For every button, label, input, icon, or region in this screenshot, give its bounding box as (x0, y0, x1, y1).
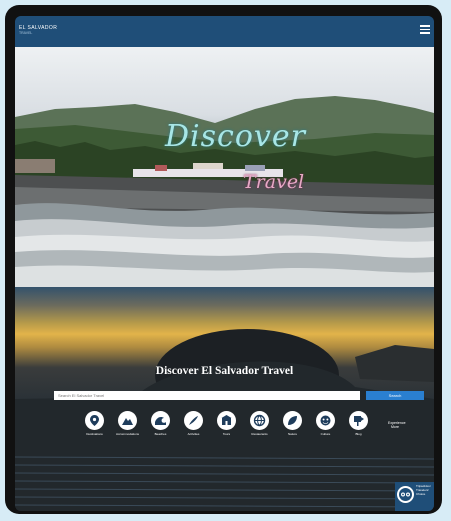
category-accommodations[interactable]: Accommodations (116, 411, 139, 436)
widget-text: Tripadvisor Travelers' Choice (416, 484, 431, 496)
top-nav-bar: EL SALVADOR TRAVEL (15, 16, 434, 47)
tripadvisor-widget[interactable]: Tripadvisor Travelers' Choice (395, 482, 434, 511)
surfboard-icon (184, 411, 203, 430)
category-label: Tours (222, 432, 231, 436)
experience-more-link[interactable]: Experience More (388, 421, 406, 429)
category-label: Restaurants (251, 432, 268, 436)
category-label: Destinations (86, 432, 103, 436)
logo-line2: TRAVEL (19, 31, 33, 35)
wave-icon (151, 411, 170, 430)
search-section: Discover El Salvador Travel Search Desti… (15, 287, 434, 511)
category-label: Nature (287, 432, 297, 436)
hamburger-menu-icon[interactable] (420, 25, 430, 34)
category-destinations[interactable]: Destinations (83, 411, 106, 436)
search-input[interactable] (54, 391, 360, 400)
tablet-frame: EL SALVADOR TRAVEL Discover Travel Disco… (5, 5, 442, 514)
site-logo[interactable]: EL SALVADOR TRAVEL (19, 25, 65, 39)
category-label: Beaches (154, 432, 167, 436)
owl-logo-icon (397, 486, 414, 503)
search-button[interactable]: Search (366, 391, 424, 400)
hero-beach-photo (15, 96, 434, 287)
category-icon-row: Destinations Accommodations Beaches Acti… (83, 411, 406, 449)
mask-icon (316, 411, 335, 430)
category-activities[interactable]: Activities (182, 411, 205, 436)
screen: EL SALVADOR TRAVEL Discover Travel Disco… (15, 16, 434, 511)
hero-banner: Discover Travel (15, 47, 434, 287)
category-restaurants[interactable]: Restaurants (248, 411, 271, 436)
hero-script-travel: Travel (243, 171, 305, 193)
sign-icon (349, 411, 368, 430)
category-label: Activities (187, 432, 200, 436)
category-label: Culture (320, 432, 331, 436)
category-beaches[interactable]: Beaches (149, 411, 172, 436)
category-blog[interactable]: Blog (347, 411, 370, 436)
category-culture[interactable]: Culture (314, 411, 337, 436)
map-pin-icon (85, 411, 104, 430)
category-tours[interactable]: Tours (215, 411, 238, 436)
category-label: Accommodations (116, 432, 140, 436)
mountain-icon (118, 411, 137, 430)
category-nature[interactable]: Nature (281, 411, 304, 436)
hero-script-discover: Discover (165, 119, 306, 154)
section-headline: Discover El Salvador Travel (155, 365, 294, 377)
leaf-icon (283, 411, 302, 430)
category-label: Blog (355, 432, 362, 436)
globe-icon (250, 411, 269, 430)
building-icon (217, 411, 236, 430)
